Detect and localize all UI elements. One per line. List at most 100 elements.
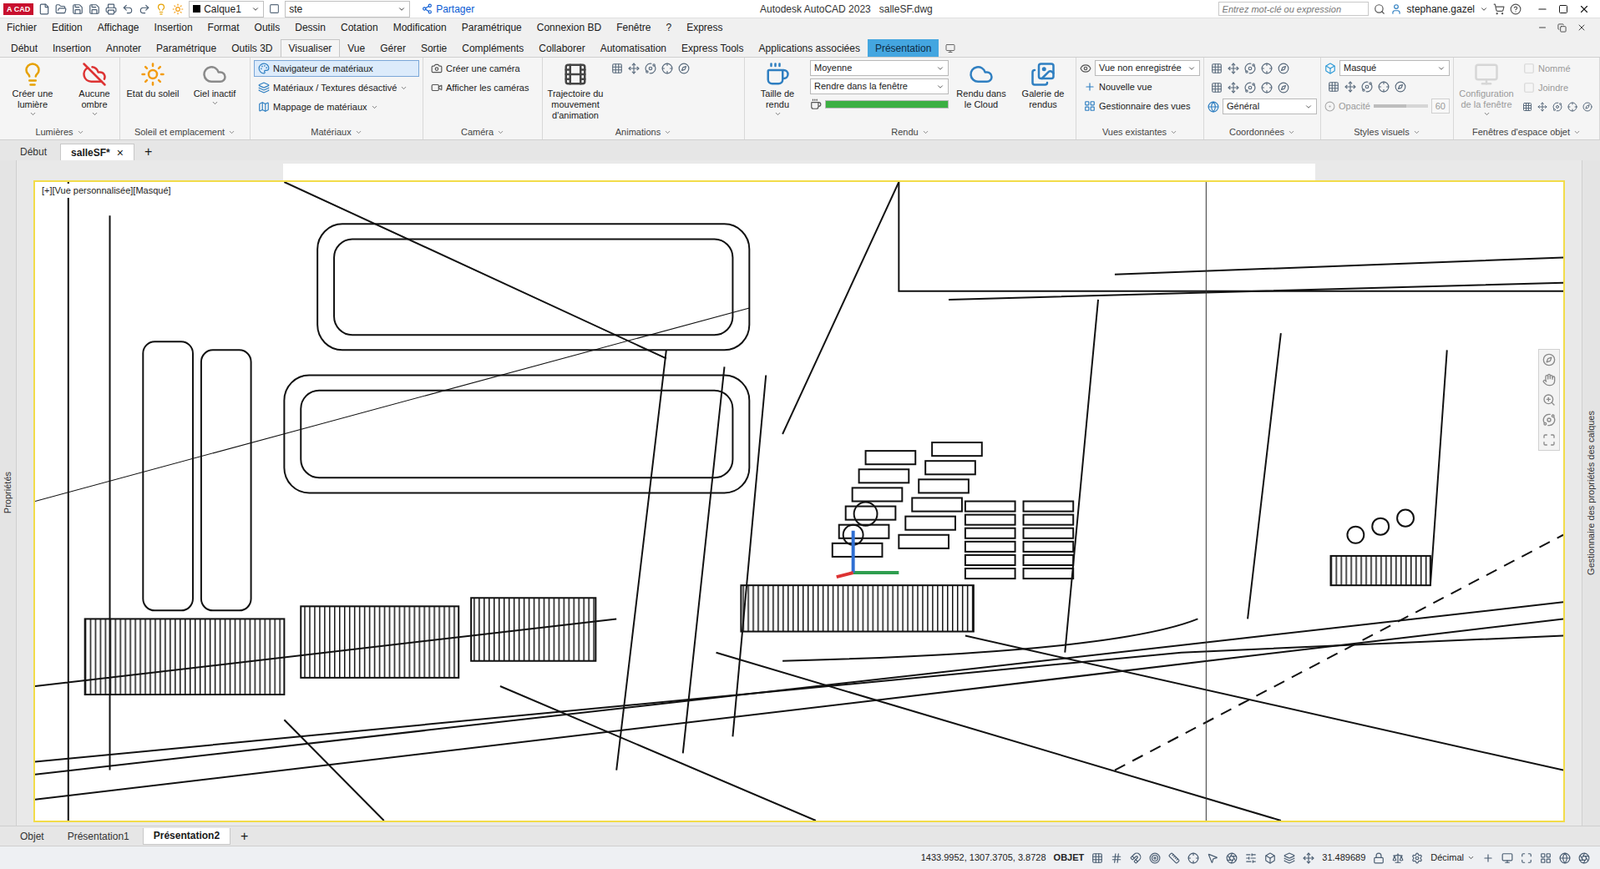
app-logo[interactable]: A CAD [3,3,34,16]
slider-track[interactable] [1373,104,1428,108]
ribbon-small-button[interactable]: Nommé [1518,60,1596,77]
ribbon-dropdown[interactable]: Rendre dans la fenêtre [810,78,949,95]
ribbon-options[interactable] [938,39,963,57]
status-icon[interactable] [1411,852,1423,865]
units-dropdown[interactable]: Décimal [1430,850,1475,866]
status-icon[interactable] [1578,852,1590,865]
menu-item[interactable]: Fenêtre [616,20,651,36]
file-tab[interactable]: salleSF*× [60,143,135,161]
status-icon[interactable] [1091,852,1104,865]
ribbon-tab[interactable]: Express Tools [673,39,751,57]
ribbon-small-button[interactable]: Créer une caméra [426,60,539,77]
quick-access-icon[interactable] [88,3,101,16]
new-tab-button[interactable]: + [137,143,159,161]
ribbon-tab[interactable]: Annoter [98,39,149,57]
cart-icon[interactable] [1493,3,1505,16]
share-button[interactable]: Partager [421,1,475,17]
status-icon[interactable] [1187,852,1200,865]
menu-item[interactable]: Affichage [97,20,140,36]
maximize-icon[interactable] [1558,4,1569,15]
ribbon-dropdown[interactable]: Vue non enregistrée [1094,60,1200,76]
tool-icon[interactable] [1260,62,1273,75]
tool-icon[interactable] [1344,81,1357,93]
ribbon-small-button[interactable]: Joindre [1518,79,1596,97]
tool-icon[interactable] [1537,101,1548,113]
close-icon[interactable] [1578,3,1590,16]
ribbon-tab[interactable]: Automatisation [592,39,674,57]
ribbon-panel-title[interactable]: Animations [542,125,745,140]
ribbon-tab[interactable]: Présentation [867,39,939,57]
layout-tab[interactable]: Présentation2 [142,828,231,846]
ribbon-panel-title[interactable]: Coordonnées [1204,125,1321,140]
ribbon-large-button[interactable]: Aucune ombre [65,60,124,118]
tool-icon[interactable] [611,62,623,75]
space-mode[interactable]: OBJET [1053,850,1085,866]
status-icon[interactable] [1520,852,1533,865]
tool-icon[interactable] [1552,101,1563,113]
status-icon[interactable] [1264,852,1276,865]
ribbon-tab[interactable]: Début [3,39,46,57]
tool-icon[interactable] [1377,81,1390,93]
navigation-icon[interactable] [1542,393,1556,407]
ribbon-tab[interactable]: Compléments [454,39,532,57]
status-icon[interactable] [1245,852,1257,865]
new-layout-button[interactable]: + [233,830,255,844]
tool-icon[interactable] [627,62,640,75]
tool-icon[interactable] [1227,62,1240,75]
ribbon-tab[interactable]: Vue [339,39,373,57]
status-icon[interactable] [1168,852,1180,865]
properties-palette[interactable]: Propriétés [0,160,17,826]
ribbon-small-button[interactable]: Gestionnaire des vues [1079,97,1200,115]
ribbon-tab[interactable]: Applications associées [751,39,868,57]
tool-icon[interactable] [1244,62,1256,75]
wireframe-drawing[interactable] [35,182,1564,821]
ribbon-panel-title[interactable]: Lumières [0,125,120,140]
tool-icon[interactable] [1361,81,1373,93]
menu-item[interactable]: Edition [51,20,83,36]
menu-item[interactable]: Outils [254,20,281,36]
ribbon-large-button[interactable]: Etat du soleil [123,60,183,100]
ribbon-tab[interactable]: Gérer [372,39,414,57]
ribbon-dropdown[interactable]: Masqué [1339,60,1450,76]
tool-icon[interactable] [1227,81,1240,94]
annotation-scale[interactable]: 31.489689 [1321,850,1366,866]
ribbon-small-button[interactable]: Afficher les caméras [426,79,539,97]
tool-icon[interactable] [678,62,690,75]
ribbon-tab[interactable]: Paramétrique [148,39,224,57]
tool-icon[interactable] [661,62,674,75]
layer-properties-palette[interactable]: Gestionnaire des propriétés des calques [1581,160,1600,826]
status-icon[interactable] [1110,852,1123,865]
tool-icon[interactable] [644,62,657,75]
menu-item[interactable]: Dessin [294,20,326,36]
ribbon-tab[interactable]: Insertion [45,39,99,57]
status-icon[interactable] [1372,852,1385,865]
status-icon[interactable] [1206,852,1219,865]
file-tab[interactable]: Début [10,143,57,161]
layout-tab[interactable]: Objet [10,828,55,846]
minimize-icon[interactable] [1536,3,1549,16]
menu-item[interactable]: Fichier [6,20,37,36]
search-icon[interactable] [1373,3,1386,16]
status-icon[interactable] [1149,852,1161,865]
viewport-label[interactable]: [+][Vue personnalisée][Masqué] [38,183,175,198]
tool-icon[interactable] [1522,101,1533,113]
status-icon[interactable] [1482,852,1494,865]
tool-icon[interactable] [1260,81,1273,94]
ribbon-panel-title[interactable]: Matériaux [250,125,423,140]
tool-icon[interactable] [1277,62,1290,75]
layer-dropdown[interactable]: Calque1 [188,0,264,18]
ribbon-panel-title[interactable]: Caméra [423,125,542,140]
ribbon-panel-title[interactable]: Rendu [744,125,1076,140]
tool-icon[interactable] [1210,81,1223,94]
menu-item[interactable]: Insertion [154,20,193,36]
status-icon[interactable] [1302,852,1315,865]
navigation-icon[interactable] [1542,433,1556,447]
quick-access-icon[interactable] [121,3,134,16]
quick-access-icon[interactable] [138,3,151,16]
ribbon-large-button[interactable]: Configuration de la fenêtre [1457,60,1516,118]
ribbon-tab[interactable]: Outils 3D [223,39,280,57]
status-icon[interactable] [1225,852,1238,865]
close-icon[interactable] [1576,22,1587,33]
status-icon[interactable] [1501,852,1514,865]
ribbon-small-button[interactable]: Matériaux / Textures désactivé [253,79,420,97]
